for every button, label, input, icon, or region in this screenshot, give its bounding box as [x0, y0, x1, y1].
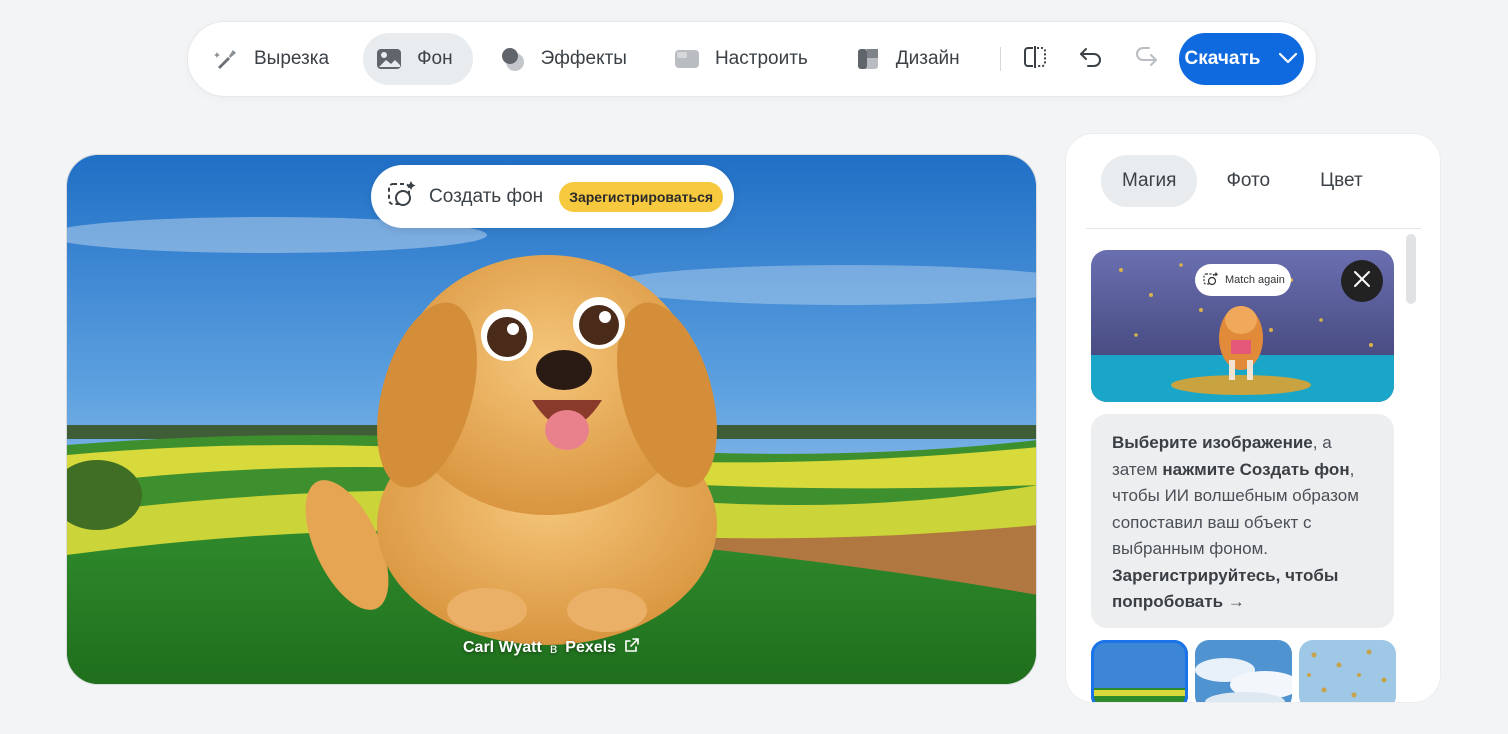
- credit-site: Pexels: [565, 638, 616, 656]
- compare-button[interactable]: [1013, 33, 1058, 85]
- generate-background-pill[interactable]: Создать фон Зарегистрироваться: [371, 165, 734, 228]
- toolbar-divider: [999, 47, 1001, 71]
- tool-cutout-label: Вырезка: [254, 48, 330, 69]
- download-label: Скачать: [1184, 48, 1261, 69]
- tab-color[interactable]: Цвет: [1299, 155, 1384, 207]
- info-select-image: Выберите изображение: [1112, 433, 1313, 452]
- tool-adjust-label: Настроить: [714, 48, 808, 69]
- image-canvas[interactable]: Создать фон Зарегистрироваться Carl Wyat…: [66, 154, 1037, 685]
- thumbnail-clouds[interactable]: [1195, 640, 1292, 702]
- background-thumbnails: [1091, 640, 1396, 702]
- tool-effects-label: Эффекты: [540, 48, 627, 69]
- magic-info-box: Выберите изображение, а затем нажмите Со…: [1091, 414, 1394, 628]
- tab-magic[interactable]: Магия: [1101, 155, 1198, 207]
- magic-image-icon: [387, 179, 417, 214]
- redo-icon: [1133, 46, 1159, 73]
- thumbnail-stars[interactable]: [1299, 640, 1396, 702]
- match-again-button[interactable]: Match again: [1195, 264, 1291, 296]
- external-link-icon: [624, 637, 640, 658]
- image-icon: [375, 45, 403, 73]
- undo-button[interactable]: [1068, 33, 1113, 85]
- redo-button[interactable]: [1123, 33, 1168, 85]
- info-press-generate: нажмите Создать фон: [1162, 459, 1350, 479]
- effects-icon: [499, 45, 527, 73]
- match-again-label: Match again: [1225, 274, 1285, 286]
- signup-cta-link[interactable]: Зарегистрируйтесь, чтобы попробовать: [1112, 566, 1338, 612]
- tool-effects[interactable]: Эффекты: [487, 33, 647, 85]
- signup-badge[interactable]: Зарегистрироваться: [559, 181, 724, 212]
- adjust-icon: [673, 45, 701, 73]
- chevron-down-icon: [1278, 48, 1298, 70]
- puppy-field-image: [67, 155, 1036, 684]
- tab-photo[interactable]: Фото: [1205, 155, 1291, 207]
- tool-background-label: Фон: [417, 48, 453, 69]
- thumbnail-field[interactable]: [1091, 640, 1188, 702]
- magic-brush-icon: [212, 45, 240, 73]
- tabs-divider: [1086, 228, 1421, 229]
- close-icon: [1353, 270, 1371, 293]
- tool-background[interactable]: Фон: [363, 33, 473, 85]
- magic-image-icon: [1203, 271, 1219, 290]
- tool-design-label: Дизайн: [895, 48, 960, 69]
- tool-cutout[interactable]: Вырезка: [200, 33, 349, 85]
- undo-icon: [1078, 46, 1104, 73]
- credit-in: в: [549, 639, 558, 656]
- photo-credit[interactable]: Carl Wyatt в Pexels: [67, 637, 1036, 658]
- top-toolbar: Вырезка Фон Эффекты Настроить Дизайн Ска…: [187, 21, 1317, 97]
- background-panel: Магия Фото Цвет Match again Выберите изо…: [1065, 133, 1441, 703]
- compare-icon: [1022, 45, 1048, 74]
- tool-design[interactable]: Дизайн: [842, 33, 980, 85]
- panel-scrollbar[interactable]: [1406, 234, 1416, 304]
- close-preview-button[interactable]: [1341, 260, 1383, 302]
- tool-adjust[interactable]: Настроить: [661, 33, 828, 85]
- arrow-right-icon: →: [1227, 592, 1245, 611]
- generate-background-label: Создать фон: [429, 185, 544, 207]
- magic-preview-card: Match again: [1091, 250, 1394, 402]
- design-icon: [854, 45, 882, 73]
- panel-tabs: Магия Фото Цвет: [1101, 155, 1384, 207]
- credit-author: Carl Wyatt: [463, 638, 542, 656]
- download-button[interactable]: Скачать: [1178, 33, 1304, 85]
